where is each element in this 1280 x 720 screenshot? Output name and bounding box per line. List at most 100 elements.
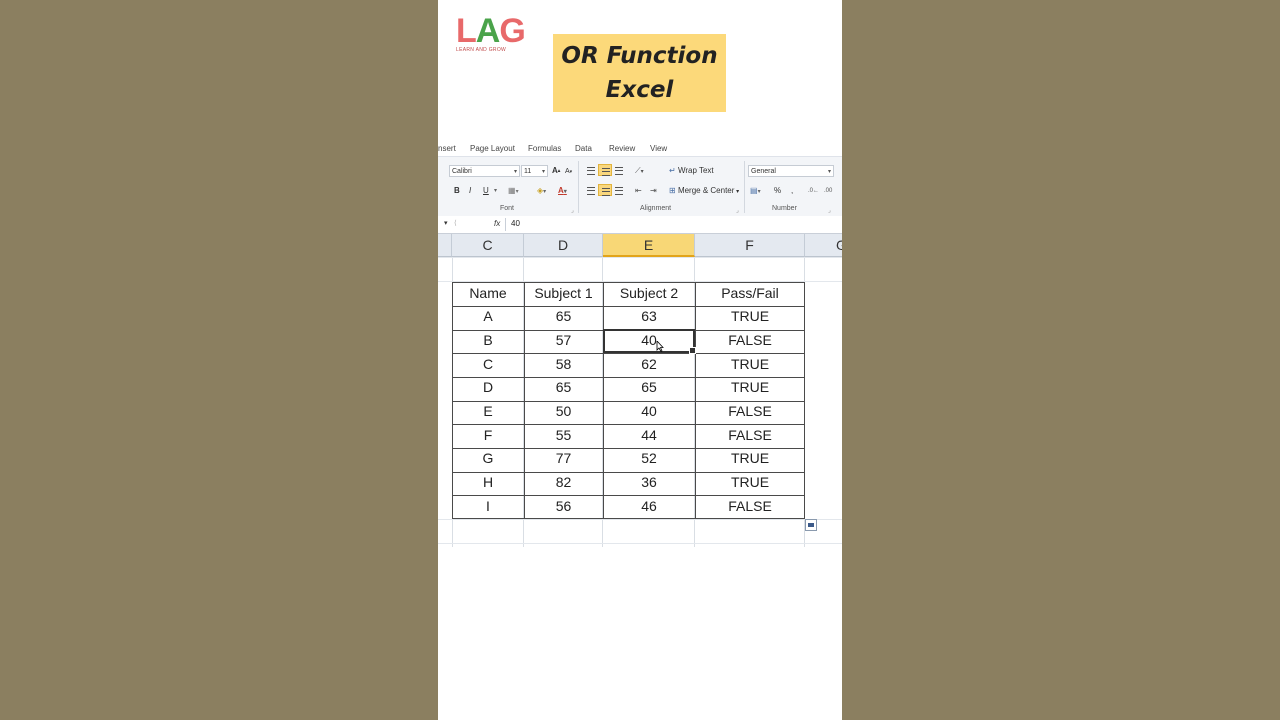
align-bottom-icon[interactable]: [612, 164, 626, 176]
cell-subject-1[interactable]: 55: [524, 424, 603, 447]
cell-subject-2[interactable]: 46: [603, 495, 695, 518]
wrap-text-button[interactable]: ↵ Wrap Text: [669, 165, 714, 177]
formula-input[interactable]: 40: [511, 219, 520, 228]
formula-bar: ▾ ⟨ fx 40: [438, 216, 842, 234]
cell-pass-fail[interactable]: FALSE: [695, 400, 805, 423]
mouse-cursor-icon: [656, 341, 664, 352]
cell-subject-1[interactable]: 82: [524, 471, 603, 494]
active-cell-e[interactable]: [603, 329, 696, 354]
grow-font-icon[interactable]: A▴: [552, 165, 560, 177]
cell-pass-fail[interactable]: TRUE: [695, 353, 805, 376]
cell-name[interactable]: I: [452, 495, 524, 518]
cell-subject-1[interactable]: 65: [524, 305, 603, 328]
tab-formulas[interactable]: Formulas: [528, 144, 561, 153]
title-line-2: Excel: [605, 77, 674, 103]
header-cell-subject-1[interactable]: Subject 1: [524, 282, 603, 305]
align-top-icon[interactable]: [584, 164, 598, 176]
column-header-b[interactable]: [438, 234, 452, 257]
column-header-d[interactable]: D: [524, 234, 603, 257]
cell-name[interactable]: B: [452, 329, 524, 352]
font-color-icon[interactable]: A▾: [558, 185, 567, 198]
shrink-font-icon[interactable]: A▾: [565, 166, 572, 178]
paste-options-icon[interactable]: [805, 519, 817, 531]
tab-page-layout[interactable]: Page Layout: [470, 144, 515, 153]
tab-view[interactable]: View: [650, 144, 667, 153]
cell-name[interactable]: G: [452, 447, 524, 470]
cell-name[interactable]: F: [452, 424, 524, 447]
cell-name[interactable]: H: [452, 471, 524, 494]
fx-icon[interactable]: fx: [494, 219, 500, 228]
underline-dropdown-icon[interactable]: ▾: [494, 185, 497, 197]
cell-subject-2[interactable]: 52: [603, 447, 695, 470]
number-format-select[interactable]: General ▾: [748, 165, 834, 177]
wrap-text-icon: ↵: [669, 166, 676, 175]
cell-subject-2[interactable]: 36: [603, 471, 695, 494]
column-header-e[interactable]: E: [603, 234, 695, 257]
cell-subject-2[interactable]: 40: [603, 400, 695, 423]
tab-data[interactable]: Data: [575, 144, 592, 153]
cell-subject-2[interactable]: 65: [603, 376, 695, 399]
fill-handle[interactable]: [689, 347, 696, 354]
accounting-format-icon[interactable]: ▤▾: [750, 185, 761, 198]
formula-bar-controls-icon: ⟨: [454, 220, 457, 227]
borders-icon[interactable]: ▦▾: [508, 185, 519, 198]
header-cell-name[interactable]: Name: [452, 282, 524, 305]
name-box-dropdown-icon[interactable]: ▾: [444, 219, 454, 227]
ribbon: Calibri ▾ 11 ▾ A▴ A▾ B I U ▾ ▦▾ ◈▾ A▾ Font…: [438, 156, 842, 217]
decrease-decimal-icon[interactable]: .00: [824, 185, 832, 197]
cell-pass-fail[interactable]: FALSE: [695, 329, 805, 352]
merge-center-button[interactable]: ⊞ Merge & Center ▾: [669, 185, 739, 198]
cell-subject-2[interactable]: 63: [603, 305, 695, 328]
underline-button[interactable]: U: [483, 185, 489, 197]
align-right-icon[interactable]: [612, 184, 626, 196]
tab-insert[interactable]: nsert: [438, 144, 456, 153]
cell-subject-1[interactable]: 58: [524, 353, 603, 376]
group-font-label: Font: [500, 205, 515, 212]
fill-color-icon[interactable]: ◈▾: [537, 185, 546, 198]
decrease-indent-icon[interactable]: ⇤: [635, 185, 642, 197]
header-cell-pass-fail[interactable]: Pass/Fail: [695, 282, 805, 305]
left-backdrop: [0, 0, 438, 720]
title-card: OR Function Excel: [553, 34, 726, 112]
cell-subject-1[interactable]: 77: [524, 447, 603, 470]
cell-pass-fail[interactable]: TRUE: [695, 447, 805, 470]
comma-button[interactable]: ,: [791, 185, 793, 197]
ribbon-tabs: nsert Page Layout Formulas Data Review V…: [438, 142, 842, 156]
cell-subject-1[interactable]: 65: [524, 376, 603, 399]
bold-button[interactable]: B: [454, 185, 460, 197]
cell-pass-fail[interactable]: TRUE: [695, 376, 805, 399]
cell-name[interactable]: A: [452, 305, 524, 328]
cell-subject-2[interactable]: 44: [603, 424, 695, 447]
italic-button[interactable]: I: [469, 185, 471, 197]
right-backdrop: [842, 0, 1280, 720]
cell-name[interactable]: C: [452, 353, 524, 376]
cell-subject-2[interactable]: 62: [603, 353, 695, 376]
increase-indent-icon[interactable]: ⇥: [650, 185, 657, 197]
font-size-select[interactable]: 11 ▾: [521, 165, 548, 177]
cell-name[interactable]: D: [452, 376, 524, 399]
video-panel: LAG LEARN AND GROW OR Function Excel nse…: [438, 0, 842, 720]
cell-pass-fail[interactable]: TRUE: [695, 471, 805, 494]
cell-pass-fail[interactable]: TRUE: [695, 305, 805, 328]
percent-button[interactable]: %: [774, 185, 781, 197]
cell-name[interactable]: E: [452, 400, 524, 423]
cell-subject-1[interactable]: 56: [524, 495, 603, 518]
font-name-select[interactable]: Calibri ▾: [449, 165, 520, 177]
column-header-f[interactable]: F: [695, 234, 805, 257]
group-number-label: Number: [772, 205, 797, 212]
cell-subject-1[interactable]: 57: [524, 329, 603, 352]
group-alignment-label: Alignment: [640, 205, 672, 212]
cell-subject-1[interactable]: 50: [524, 400, 603, 423]
lag-logo: LAG LEARN AND GROW: [456, 12, 526, 53]
cell-pass-fail[interactable]: FALSE: [695, 424, 805, 447]
align-left-icon[interactable]: [584, 184, 598, 196]
align-middle-icon[interactable]: [598, 164, 612, 176]
column-header-c[interactable]: C: [452, 234, 524, 257]
column-header-g[interactable]: G: [805, 234, 842, 257]
header-cell-subject-2[interactable]: Subject 2: [603, 282, 695, 305]
increase-decimal-icon[interactable]: .0←: [808, 185, 819, 197]
tab-review[interactable]: Review: [609, 144, 635, 153]
cell-pass-fail[interactable]: FALSE: [695, 495, 805, 518]
orientation-icon[interactable]: ⟋▾: [635, 165, 644, 178]
align-center-icon[interactable]: [598, 184, 612, 196]
